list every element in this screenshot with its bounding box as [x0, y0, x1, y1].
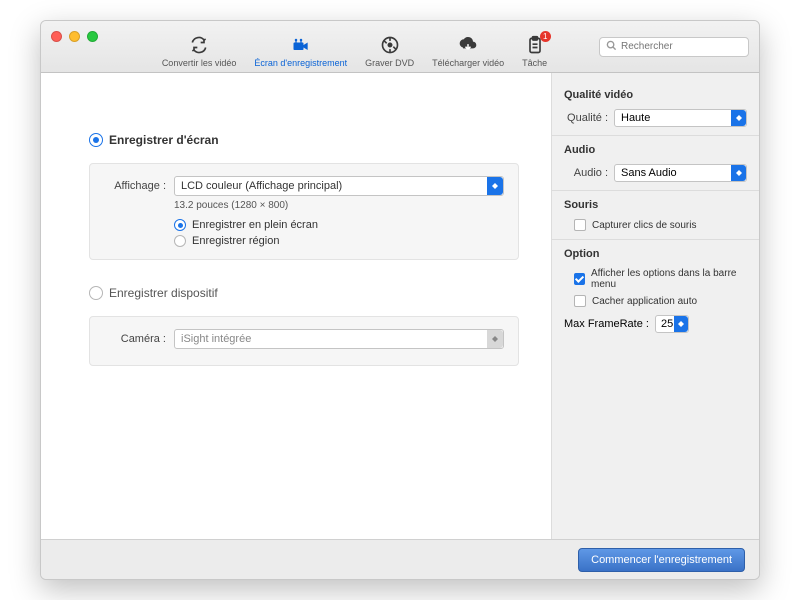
- radio-icon: [174, 219, 186, 231]
- camera-label: Caméra :: [104, 333, 166, 345]
- screen-panel: Affichage : LCD couleur (Affichage princ…: [89, 163, 519, 260]
- quality-label: Qualité :: [564, 112, 608, 124]
- titlebar: Convertir les vidéo Écran d'enregistreme…: [41, 21, 759, 73]
- option-region[interactable]: Enregistrer région: [174, 235, 504, 247]
- convert-icon: [187, 35, 211, 55]
- option-label: Enregistrer en plein écran: [192, 219, 318, 231]
- radio-icon: [89, 286, 103, 300]
- audio-select[interactable]: Sans Audio: [614, 164, 747, 182]
- section-quality: Qualité vidéo: [564, 89, 747, 101]
- footer: Commencer l'enregistrement: [41, 539, 759, 579]
- chevron-updown-icon: [674, 316, 688, 332]
- option-fullscreen[interactable]: Enregistrer en plein écran: [174, 219, 504, 231]
- close-icon[interactable]: [51, 31, 62, 42]
- display-label: Affichage :: [104, 180, 166, 192]
- tab-label: Écran d'enregistrement: [254, 58, 347, 68]
- framerate-value: 25: [661, 318, 673, 330]
- device-panel: Caméra : iSight intégrée: [89, 316, 519, 366]
- framerate-label: Max FrameRate :: [564, 318, 649, 330]
- checkbox-show-menu[interactable]: Afficher les options dans la barre menu: [574, 268, 747, 290]
- tab-download[interactable]: Télécharger vidéo: [432, 35, 504, 68]
- checkbox-hide-app[interactable]: Cacher application auto: [574, 295, 747, 307]
- download-cloud-icon: [456, 35, 480, 55]
- audio-label: Audio :: [564, 167, 608, 179]
- mode-label: Enregistrer d'écran: [109, 133, 219, 147]
- window-controls: [51, 31, 98, 42]
- framerate-stepper[interactable]: 25: [655, 315, 689, 333]
- tab-label: Convertir les vidéo: [162, 58, 237, 68]
- option-label: Enregistrer région: [192, 235, 279, 247]
- quality-value: Haute: [621, 112, 650, 124]
- radio-icon: [89, 133, 103, 147]
- search-icon: [606, 40, 617, 54]
- checkbox-label: Capturer clics de souris: [592, 220, 696, 231]
- button-label: Commencer l'enregistrement: [591, 554, 732, 566]
- checkbox-label: Cacher application auto: [592, 296, 697, 307]
- clipboard-icon: [523, 35, 547, 55]
- search-field[interactable]: [599, 37, 749, 57]
- app-window: Convertir les vidéo Écran d'enregistreme…: [40, 20, 760, 580]
- camera-value: iSight intégrée: [181, 333, 251, 345]
- audio-value: Sans Audio: [621, 167, 677, 179]
- display-value: LCD couleur (Affichage principal): [181, 180, 342, 192]
- section-mouse: Souris: [564, 199, 747, 211]
- mode-record-screen[interactable]: Enregistrer d'écran: [89, 133, 519, 147]
- mode-record-device[interactable]: Enregistrer dispositif: [89, 286, 519, 300]
- checkbox-icon: [574, 273, 585, 285]
- mode-label: Enregistrer dispositif: [109, 286, 218, 300]
- zoom-icon[interactable]: [87, 31, 98, 42]
- disc-icon: [378, 35, 402, 55]
- chevron-updown-icon: [487, 330, 503, 348]
- display-select[interactable]: LCD couleur (Affichage principal): [174, 176, 504, 196]
- search-input[interactable]: [621, 41, 742, 52]
- chevron-updown-icon: [731, 165, 746, 181]
- display-resolution: 13.2 pouces (1280 × 800): [174, 200, 504, 211]
- camera-select[interactable]: iSight intégrée: [174, 329, 504, 349]
- checkbox-icon: [574, 295, 586, 307]
- tab-burn-dvd[interactable]: Graver DVD: [365, 35, 414, 68]
- chevron-updown-icon: [487, 177, 503, 195]
- checkbox-label: Afficher les options dans la barre menu: [591, 268, 747, 290]
- tab-label: Graver DVD: [365, 58, 414, 68]
- sidebar: Qualité vidéo Qualité : Haute Audio Audi…: [551, 73, 759, 539]
- section-audio: Audio: [564, 144, 747, 156]
- tab-label: Télécharger vidéo: [432, 58, 504, 68]
- tab-tasks[interactable]: Tâche: [522, 35, 547, 68]
- radio-icon: [174, 235, 186, 247]
- main-pane: Enregistrer d'écran Affichage : LCD coul…: [41, 73, 551, 539]
- camera-icon: [289, 35, 313, 55]
- search-wrap: [599, 37, 749, 57]
- minimize-icon[interactable]: [69, 31, 80, 42]
- checkbox-icon: [574, 219, 586, 231]
- chevron-updown-icon: [731, 110, 746, 126]
- tab-label: Tâche: [522, 58, 547, 68]
- section-option: Option: [564, 248, 747, 260]
- checkbox-capture-clicks[interactable]: Capturer clics de souris: [574, 219, 747, 231]
- tab-convert[interactable]: Convertir les vidéo: [162, 35, 237, 68]
- quality-select[interactable]: Haute: [614, 109, 747, 127]
- toolbar: Convertir les vidéo Écran d'enregistreme…: [118, 21, 591, 72]
- start-recording-button[interactable]: Commencer l'enregistrement: [578, 548, 745, 572]
- tab-screen-record[interactable]: Écran d'enregistrement: [254, 35, 347, 68]
